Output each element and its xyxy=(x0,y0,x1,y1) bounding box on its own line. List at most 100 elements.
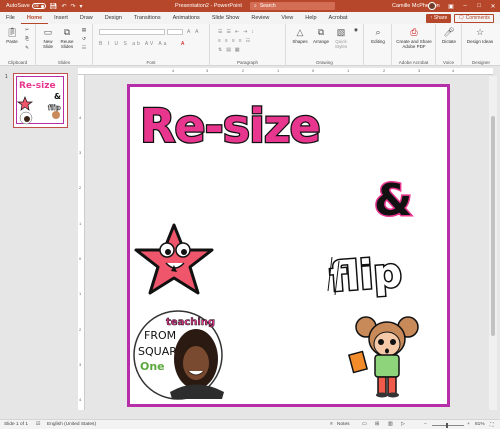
slide-sorter-icon[interactable]: ⊞ xyxy=(375,422,379,427)
tab-draw[interactable]: Draw xyxy=(74,12,99,24)
slide-info[interactable]: Slide 1 of 1 xyxy=(4,422,28,427)
reading-view-icon[interactable]: ▥ xyxy=(388,422,393,427)
find-icon: ⌕ xyxy=(375,27,381,37)
autosave-switch[interactable]: Off xyxy=(31,3,46,9)
save-icon[interactable]: 💾︎ xyxy=(50,3,58,10)
slides-group: ▭ New Slide ⧉ Reuse Slides ▤ ↺ ☷ Slides xyxy=(36,24,93,66)
search-box[interactable]: ⌕ Search xyxy=(250,2,335,10)
quick-styles-button[interactable]: ▧ Quick Styles xyxy=(332,27,350,49)
thumbnail-frame: Re-size & flip xyxy=(16,76,64,125)
shape-fill-button[interactable]: ◉ xyxy=(351,27,361,32)
teaching-from-square-one-logo[interactable]: teaching FROM SQUARE One xyxy=(133,310,224,400)
vertical-ruler[interactable]: 4 3 2 1 0 1 2 3 4 xyxy=(78,75,85,410)
tab-help[interactable]: Help xyxy=(299,12,322,24)
tab-transitions[interactable]: Transitions xyxy=(128,12,167,24)
vertical-scrollbar[interactable] xyxy=(489,76,497,410)
zoom-slider-thumb[interactable] xyxy=(446,423,448,428)
tab-home[interactable]: Home xyxy=(20,12,49,24)
clipboard-group-label: Clipboard xyxy=(7,60,28,65)
language-status[interactable]: English (United States) xyxy=(47,422,96,427)
autosave-label: AutoSave xyxy=(6,3,30,9)
minimize-icon[interactable]: – xyxy=(458,0,472,12)
zoom-slider[interactable] xyxy=(432,425,464,426)
spellcheck-icon[interactable]: ☑ xyxy=(36,422,40,427)
new-slide-button[interactable]: ▭ New Slide xyxy=(39,27,57,49)
designer-group-label: Designer xyxy=(471,60,490,65)
ampersand-text-box[interactable]: & xyxy=(373,174,414,228)
editing-button[interactable]: ⌕ Editing xyxy=(367,27,389,44)
autosave-toggle[interactable]: AutoSave Off xyxy=(6,3,46,9)
font-color-button[interactable]: A xyxy=(181,41,186,47)
format-painter-button[interactable]: ✎ xyxy=(22,45,32,50)
reuse-slides-button[interactable]: ⧉ Reuse Slides xyxy=(58,27,76,49)
scrollbar-thumb[interactable] xyxy=(491,116,495,336)
tab-acrobat[interactable]: Acrobat xyxy=(323,12,354,24)
logo-line1: teaching xyxy=(166,317,215,328)
fit-to-window-icon[interactable]: ⛶ xyxy=(490,422,493,428)
normal-view-icon[interactable]: ▭ xyxy=(362,422,367,427)
zoom-level[interactable]: 81% xyxy=(475,422,485,427)
text-direction-buttons[interactable]: ⇅▤▦ xyxy=(218,47,244,53)
shapes-icon: △ xyxy=(296,27,304,37)
thumbnail-star xyxy=(16,96,34,111)
user-avatar[interactable] xyxy=(428,2,436,10)
layout-button[interactable]: ▤ xyxy=(78,27,90,32)
cut-button[interactable]: ✂ xyxy=(22,27,32,32)
align-buttons[interactable]: ≡≡≡≡☷ xyxy=(218,38,254,44)
quick-styles-label: Quick Styles xyxy=(334,39,348,49)
arrange-label: Arrange xyxy=(312,39,329,44)
tab-view[interactable]: View xyxy=(275,12,299,24)
copy-icon: ⎘ xyxy=(25,36,29,41)
list-buttons[interactable]: ☰☰⇤⇥↕ xyxy=(218,29,258,35)
copy-button[interactable]: ⎘ xyxy=(22,36,32,41)
maximize-icon[interactable]: □ xyxy=(472,0,486,12)
tab-review[interactable]: Review xyxy=(245,12,275,24)
undo-icon[interactable]: ↶ xyxy=(61,3,66,10)
zoom-out-icon[interactable]: − xyxy=(424,422,427,427)
thumbnail-flip-text: flip xyxy=(48,104,61,112)
star-character-image[interactable] xyxy=(134,223,214,295)
zoom-in-icon[interactable]: + xyxy=(467,422,470,427)
reuse-slides-icon: ⧉ xyxy=(63,27,71,37)
flip-text-box[interactable]: flip xyxy=(327,249,405,303)
horizontal-ruler[interactable]: 4 3 2 1 0 1 2 3 4 xyxy=(78,68,493,75)
font-size-box[interactable] xyxy=(167,29,183,35)
dictate-button[interactable]: 🎤︎ Dictate xyxy=(438,27,460,44)
tab-slide-show[interactable]: Slide Show xyxy=(206,12,246,24)
slide-thumbnail[interactable]: Re-size & flip xyxy=(13,73,68,128)
paste-button[interactable]: 📋︎ Paste xyxy=(4,27,20,44)
slide-show-icon[interactable]: ▷ xyxy=(401,422,405,427)
redo-icon[interactable]: ↷ xyxy=(71,3,76,10)
tab-file[interactable]: File xyxy=(0,12,21,24)
adobe-acrobat-group: ⎙ Create and Share Adobe PDF Adobe Acrob… xyxy=(392,24,436,66)
arrange-button[interactable]: ⧉ Arrange xyxy=(311,27,331,44)
notes-button[interactable]: Notes xyxy=(337,422,350,427)
customize-toolbar-icon[interactable]: ▾ xyxy=(80,3,83,10)
ribbon-display-icon[interactable]: ▣ xyxy=(444,0,458,12)
section-button[interactable]: ☷ xyxy=(78,45,90,50)
design-ideas-button[interactable]: ☆ Design Ideas xyxy=(466,27,494,44)
reset-button[interactable]: ↺ xyxy=(78,36,90,41)
microphone-icon: 🎤︎ xyxy=(443,27,455,37)
tab-animations[interactable]: Animations xyxy=(167,12,206,24)
slide-canvas[interactable]: Re-size & flip teaching FROM SQUARE One xyxy=(127,84,450,407)
notes-icon[interactable]: ≡ xyxy=(330,422,333,427)
voice-group: 🎤︎ Dictate Voice xyxy=(436,24,462,66)
girl-left-shoe xyxy=(376,392,388,398)
share-button[interactable]: ↑ Share xyxy=(426,14,452,23)
font-size-arrows[interactable]: A A xyxy=(187,29,201,35)
girl-character-image[interactable] xyxy=(347,316,419,398)
slide-content: Re-size & flip teaching FROM SQUARE One xyxy=(133,98,419,400)
comments-button[interactable]: 🗨︎ Comments xyxy=(454,14,494,23)
design-ideas-icon: ☆ xyxy=(475,27,485,37)
tab-insert[interactable]: Insert xyxy=(48,12,74,24)
drawing-group: △ Shapes ⧉ Arrange ▧ Quick Styles ◉ Draw… xyxy=(286,24,364,66)
title-text-box[interactable]: Re-size xyxy=(139,98,322,155)
font-format-buttons[interactable]: B I U S ab AV Aa xyxy=(99,41,168,47)
close-icon[interactable]: ✕ xyxy=(486,0,500,12)
create-share-pdf-button[interactable]: ⎙ Create and Share Adobe PDF xyxy=(394,27,434,49)
shapes-button[interactable]: △ Shapes xyxy=(290,27,310,44)
logo-line2: FROM xyxy=(144,329,176,342)
font-name-box[interactable] xyxy=(99,29,165,35)
tab-design[interactable]: Design xyxy=(99,12,128,24)
